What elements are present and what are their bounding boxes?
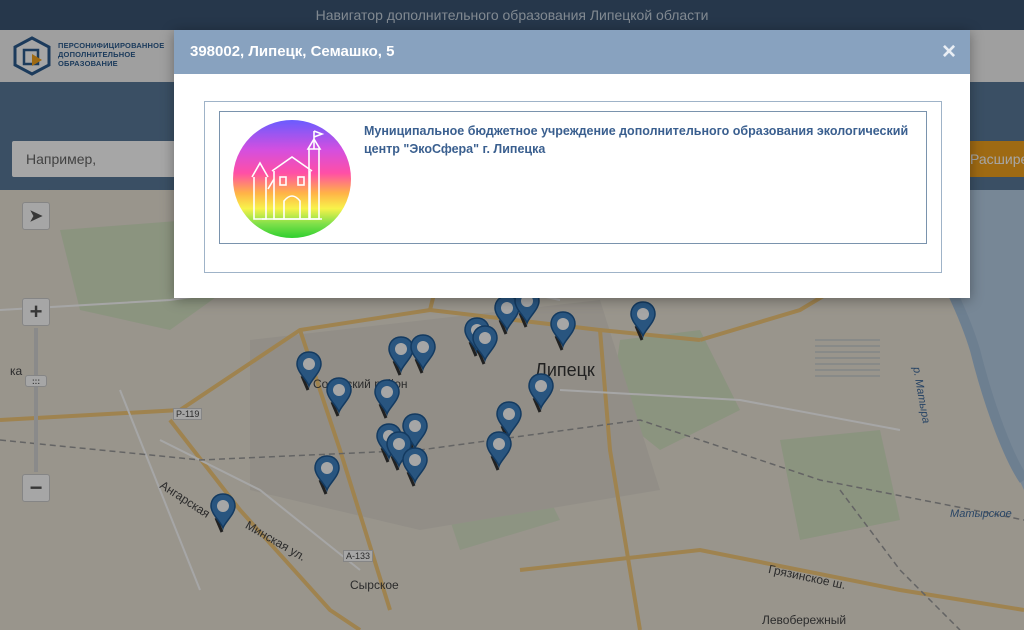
modal-header: 398002, Липецк, Семашко, 5 × (174, 30, 970, 74)
close-icon[interactable]: × (942, 30, 956, 74)
address-modal: 398002, Липецк, Семашко, 5 × Муниципальн… (174, 30, 970, 298)
organization-card[interactable]: Муниципальное бюджетное учреждение допол… (219, 111, 927, 244)
ecosphere-castle-logo (233, 120, 351, 238)
organization-name[interactable]: Муниципальное бюджетное учреждение допол… (364, 122, 914, 158)
modal-title: 398002, Липецк, Семашко, 5 (190, 43, 395, 60)
organization-list: Муниципальное бюджетное учреждение допол… (204, 101, 942, 273)
